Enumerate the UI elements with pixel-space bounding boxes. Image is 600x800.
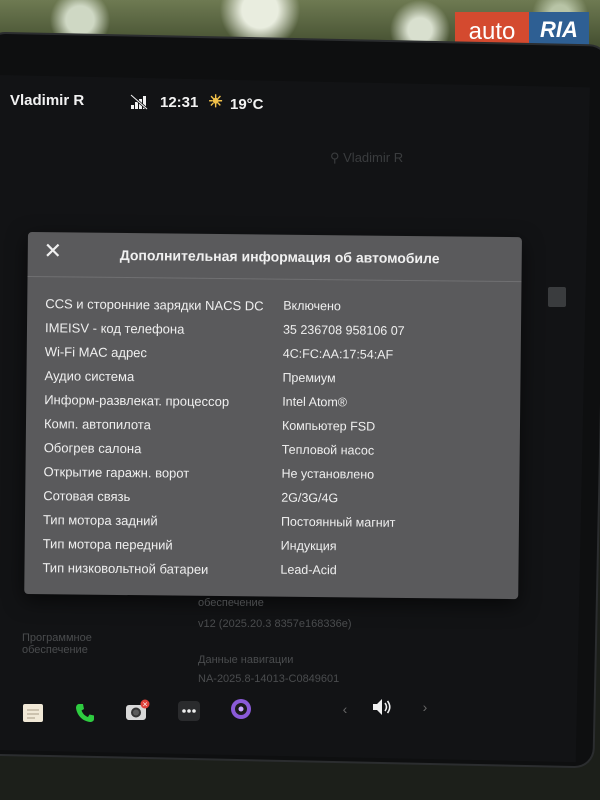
info-row-value: Компьютер FSD [281,418,376,434]
media-icon[interactable] [228,696,254,722]
more-icon[interactable] [176,698,202,724]
modal-title: Дополнительная информация об автомобиле [119,246,440,267]
info-row-label: Сотовая связь [43,488,131,505]
info-row-value: Включено [283,298,341,314]
info-list: CCS и сторонние зарядки NACS DC Включено I… [42,296,505,589]
info-row-label: Информ-развлекат. процессор [44,392,230,410]
software-version: v12 (2025.20.3 8357e168336e) [198,618,352,630]
notes-icon[interactable] [20,700,46,726]
info-row-label: Обогрев салона [43,440,142,457]
background-profile-name: ⚲ Vladimir R [330,150,403,166]
background-checkbox [548,287,566,307]
driver-profile-name[interactable]: Vladimir R [10,92,84,109]
info-row-label: CCS и сторонние зарядки NACS DC [45,296,264,314]
no-signal-icon [130,94,148,110]
info-row-label: Wi-Fi MAC адрес [44,344,148,361]
info-row-value: Тепловой насос [281,442,375,458]
bottom-dock: × ‹ › [0,688,600,732]
volume-icon[interactable] [370,694,396,720]
info-row-value: Не установлено [281,466,375,482]
info-row-label: Комп. автопилота [43,416,151,433]
info-row-label: Тип мотора задний [42,512,158,529]
navigation-data-label: Данные навигации [198,654,294,666]
info-row-label: Открытие гаражн. ворот [43,464,190,481]
modal-divider [27,275,522,283]
sidebar-item-software[interactable]: Программное обеспечение [22,632,132,656]
info-row-label: IMEISV - код телефона [44,320,185,337]
status-bar: Vladimir R 12:31 ☀ 19°C [10,92,310,118]
info-row-label: Тип мотора передний [42,536,173,553]
info-row-value: 4C:FC:AA:17:54:AF [282,346,394,362]
info-row-value: Индукция [280,538,337,554]
info-row: Тип низковольтной батареи Lead-Acid [42,560,502,589]
chevron-left-icon[interactable]: ‹ [332,696,358,722]
sun-icon: ☀ [208,92,224,111]
svg-text:×: × [142,701,148,709]
info-row-label: Аудио система [44,368,135,385]
chevron-right-icon[interactable]: › [412,694,438,720]
info-row-value: Постоянный магнит [280,514,396,530]
info-row-value: Премиум [282,370,336,386]
background-user-icon: ⚲ [330,150,344,165]
camera-icon[interactable]: × [124,698,150,724]
info-row-value: 2G/3G/4G [281,490,339,506]
info-row-value: 35 236708 958106 07 [282,322,405,338]
clock: 12:31 [160,94,199,111]
vehicle-info-modal: ✕ Дополнительная информация об автомобил… [24,232,522,600]
phone-icon[interactable] [72,700,98,726]
close-icon[interactable]: ✕ [42,238,64,263]
info-row-label: Тип низковольтной батареи [42,560,209,577]
software-section-label: обеспечение [198,597,264,609]
info-row-value: Lead-Acid [280,562,337,578]
background-profile-label: Vladimir R [343,150,404,165]
outside-temperature: 19°C [230,96,264,113]
info-row-value: Intel Atom® [282,394,348,410]
navigation-data-version: NA-2025.8-14013-C0849601 [198,673,340,685]
